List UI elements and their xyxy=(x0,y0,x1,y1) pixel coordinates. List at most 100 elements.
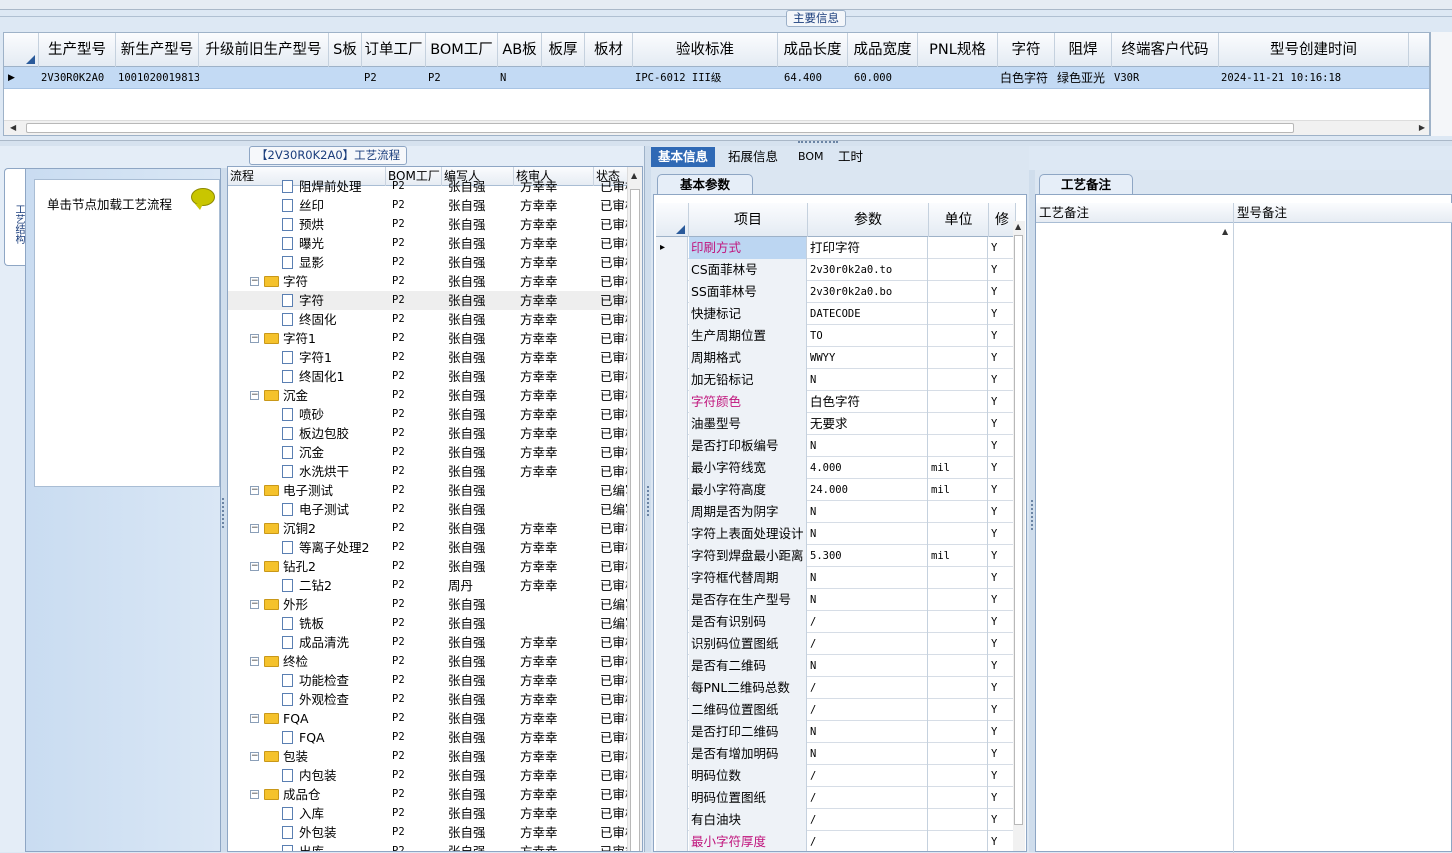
param-row[interactable]: 是否有增加明码 N Y xyxy=(656,743,1016,765)
tree-node[interactable]: 外观检查 P2 张自强 方幸幸 已审核 xyxy=(228,690,628,709)
main-info-grid[interactable]: 生产型号 新生产型号 升级前旧生产型号 S板 订单工厂 BOM工厂 AB板 板厚 板材 验收标准成… xyxy=(3,32,1430,136)
col-header[interactable]: 升级前旧生产型号 xyxy=(199,33,329,67)
collapse-toggle-icon[interactable]: − xyxy=(250,277,259,286)
param-value[interactable]: / xyxy=(808,677,928,699)
param-value[interactable]: N xyxy=(808,655,928,677)
row-selector[interactable] xyxy=(656,303,688,325)
scroll-up-icon[interactable]: ▲ xyxy=(631,171,637,180)
tree-node[interactable]: 显影 P2 张自强 方幸幸 已审核 xyxy=(228,253,628,272)
tree-node[interactable]: 喷砂 P2 张自强 方幸幸 已审核 xyxy=(228,405,628,424)
param-value[interactable]: N xyxy=(808,589,928,611)
row-selector[interactable] xyxy=(656,325,688,347)
collapse-toggle-icon[interactable]: − xyxy=(250,714,259,723)
row-selector[interactable] xyxy=(656,765,688,787)
col-header[interactable]: 新生产型号 xyxy=(116,33,199,67)
param-row[interactable]: 二维码位置图纸 / Y xyxy=(656,699,1016,721)
row-selector[interactable] xyxy=(656,611,688,633)
collapse-toggle-icon[interactable]: − xyxy=(250,562,259,571)
tree-node[interactable]: 成品清洗 P2 张自强 方幸幸 已审核 xyxy=(228,633,628,652)
tree-node[interactable]: 水洗烘干 P2 张自强 方幸幸 已审核 xyxy=(228,462,628,481)
tree-node[interactable]: − FQA P2 张自强 方幸幸 已审核 xyxy=(228,709,628,728)
tree-scroll-thumb[interactable] xyxy=(630,189,640,851)
collapse-toggle-icon[interactable]: − xyxy=(250,486,259,495)
tree-node[interactable]: 板边包胶 P2 张自强 方幸幸 已审核 xyxy=(228,424,628,443)
tab-process-notes[interactable]: 工艺备注 xyxy=(1039,174,1133,194)
process-note-field[interactable]: ▲ xyxy=(1036,223,1234,853)
param-row[interactable]: 周期是否为阴字 N Y xyxy=(656,501,1016,523)
param-value[interactable]: 5.300 xyxy=(808,545,928,567)
tree-node[interactable]: 字符 P2 张自强 方幸幸 已审核 xyxy=(228,291,628,310)
param-scroll-thumb[interactable] xyxy=(1014,235,1023,825)
param-row[interactable]: 周期格式 WWYY Y xyxy=(656,347,1016,369)
tree-node[interactable]: − 外形 P2 张自强 已编写 xyxy=(228,595,628,614)
tree-node[interactable]: − 钻孔2 P2 张自强 方幸幸 已审核 xyxy=(228,557,628,576)
param-value[interactable]: 白色字符 xyxy=(808,391,928,413)
main-grid-row[interactable]: ▶ 2V30R0K2A0 10010200198136 P2 P2 N IPC-6012 … xyxy=(4,67,1429,89)
tree-node[interactable]: 阻焊前处理 P2 张自强 方幸幸 已审核 xyxy=(228,177,628,196)
row-selector[interactable] xyxy=(656,457,688,479)
param-row[interactable]: 字符颜色 白色字符 Y xyxy=(656,391,1016,413)
col-header[interactable]: 成品宽度 xyxy=(848,33,918,67)
scroll-right-icon[interactable]: ▶ xyxy=(1419,123,1425,132)
row-selector[interactable] xyxy=(656,677,688,699)
param-value[interactable]: N xyxy=(808,743,928,765)
col-header[interactable]: 终端客户代码 xyxy=(1112,33,1219,67)
col-header[interactable]: 生产型号 xyxy=(39,33,116,67)
col-header[interactable]: BOM工厂 xyxy=(426,33,498,67)
collapse-toggle-icon[interactable]: − xyxy=(250,657,259,666)
tab-basic-info[interactable]: 基本信息 xyxy=(651,147,716,167)
param-row[interactable]: 每PNL二维码总数 / Y xyxy=(656,677,1016,699)
scroll-up-icon[interactable]: ▲ xyxy=(1222,227,1228,236)
param-row[interactable]: 字符上表面处理设计 N Y xyxy=(656,523,1016,545)
param-value[interactable]: / xyxy=(808,699,928,721)
row-selector[interactable] xyxy=(656,743,688,765)
collapse-toggle-icon[interactable]: − xyxy=(250,752,259,761)
row-selector[interactable] xyxy=(656,391,688,413)
param-corner[interactable] xyxy=(656,203,689,237)
scroll-up-icon[interactable]: ▲ xyxy=(1015,222,1021,231)
row-selector[interactable] xyxy=(656,567,688,589)
hint-card[interactable]: 单击节点加载工艺流程 xyxy=(34,179,220,487)
param-row[interactable]: 明码位数 / Y xyxy=(656,765,1016,787)
param-value[interactable]: 2v30r0k2a0.bo xyxy=(808,281,928,303)
param-value[interactable]: N xyxy=(808,501,928,523)
row-selector[interactable] xyxy=(656,259,688,281)
tree-node[interactable]: 丝印 P2 张自强 方幸幸 已审核 xyxy=(228,196,628,215)
param-value[interactable]: / xyxy=(808,633,928,655)
param-scrollbar[interactable]: ▲ xyxy=(1013,221,1025,851)
tree-node[interactable]: 外包装 P2 张自强 方幸幸 已审核 xyxy=(228,823,628,842)
param-value[interactable]: N xyxy=(808,369,928,391)
param-value[interactable]: 4.000 xyxy=(808,457,928,479)
col-header[interactable]: 验收标准 xyxy=(633,33,778,67)
row-selector[interactable] xyxy=(656,633,688,655)
row-selector[interactable] xyxy=(656,501,688,523)
tree-node[interactable]: FQA P2 张自强 方幸幸 已审核 xyxy=(228,728,628,747)
col-header[interactable]: PNL规格 xyxy=(918,33,998,67)
row-selector[interactable] xyxy=(656,479,688,501)
param-row[interactable]: 是否打印板编号 N Y xyxy=(656,435,1016,457)
param-row[interactable]: 明码位置图纸 / Y xyxy=(656,787,1016,809)
row-selector[interactable] xyxy=(656,413,688,435)
param-row[interactable]: 是否有二维码 N Y xyxy=(656,655,1016,677)
param-row[interactable]: 生产周期位置 TO Y xyxy=(656,325,1016,347)
param-value[interactable]: DATECODE xyxy=(808,303,928,325)
param-value[interactable]: 24.000 xyxy=(808,479,928,501)
row-selector[interactable] xyxy=(656,523,688,545)
param-row[interactable]: 快捷标记 DATECODE Y xyxy=(656,303,1016,325)
param-value[interactable]: / xyxy=(808,831,928,851)
tree-node[interactable]: 功能检查 P2 张自强 方幸幸 已审核 xyxy=(228,671,628,690)
side-tab-structure[interactable]: 工艺结构 xyxy=(4,168,26,266)
tree-node[interactable]: − 字符1 P2 张自强 方幸幸 已审核 xyxy=(228,329,628,348)
scroll-thumb[interactable] xyxy=(26,123,1294,133)
horizontal-scrollbar[interactable]: ◀ ▶ xyxy=(4,120,1429,135)
param-value[interactable]: 打印字符 xyxy=(808,237,928,259)
param-value[interactable]: N xyxy=(808,523,928,545)
row-selector[interactable] xyxy=(656,809,688,831)
tree-node[interactable]: 铣板 P2 张自强 已编写 xyxy=(228,614,628,633)
param-row[interactable]: CS面菲林号 2v30r0k2a0.to Y xyxy=(656,259,1016,281)
row-selector[interactable] xyxy=(656,281,688,303)
tree-node[interactable]: 等离子处理2 P2 张自强 方幸幸 已审核 xyxy=(228,538,628,557)
col-header[interactable]: 阻焊 xyxy=(1055,33,1112,67)
tree-node[interactable]: 出库 P2 张自强 方幸幸 已审核 xyxy=(228,842,628,851)
tree-node[interactable]: − 沉金 P2 张自强 方幸幸 已审核 xyxy=(228,386,628,405)
